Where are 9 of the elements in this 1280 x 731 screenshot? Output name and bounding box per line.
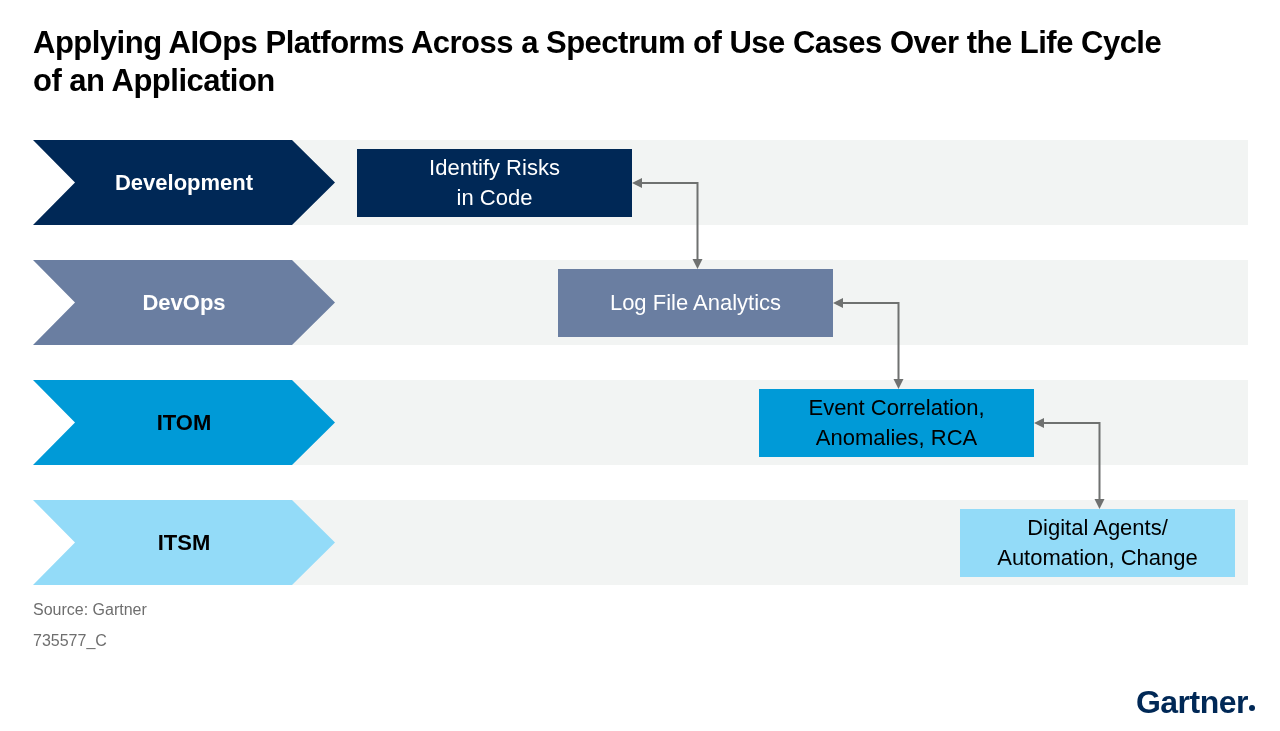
use-case-node: Event Correlation, Anomalies, RCA	[759, 388, 1034, 457]
use-case-node: Identify Risks in Code	[357, 148, 632, 217]
use-case-node: Log File Analytics	[558, 268, 833, 337]
use-case-node: Digital Agents/ Automation, Change	[960, 508, 1235, 577]
dot-icon	[1249, 705, 1255, 711]
source-note: Source: Gartner	[33, 600, 147, 620]
figure-id: 735577_C	[33, 631, 107, 651]
chart-title: Applying AIOps Platforms Across a Spectrum of Use Cases Over the Life Cycle of an Application	[33, 24, 1163, 100]
logo-wordmark: Gartner	[1135, 684, 1248, 720]
